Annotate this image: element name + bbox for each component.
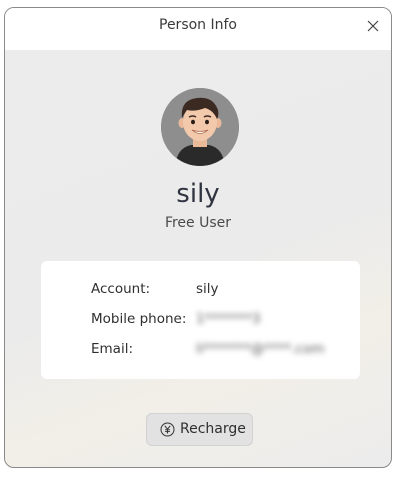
account-row: Account: sily [41, 281, 360, 301]
mobile-row: Mobile phone: 1*******3 [41, 311, 360, 331]
close-button[interactable] [365, 18, 381, 34]
account-value: sily [196, 281, 219, 297]
email-value: li*******@****.com [196, 341, 325, 357]
mobile-label: Mobile phone: [91, 311, 187, 327]
person-info-dialog: Person Info sily Free User Account: sily… [4, 7, 392, 468]
recharge-button[interactable]: Recharge [146, 413, 253, 446]
account-label: Account: [91, 281, 151, 297]
info-card: Account: sily Mobile phone: 1*******3 Em… [41, 261, 360, 379]
titlebar: Person Info [5, 8, 391, 50]
recharge-label: Recharge [180, 421, 246, 437]
email-label: Email: [91, 341, 134, 357]
email-row: Email: li*******@****.com [41, 341, 360, 361]
avatar-icon [161, 88, 239, 166]
username: sily [176, 179, 220, 209]
dialog-title: Person Info [159, 17, 237, 33]
mobile-value: 1*******3 [196, 311, 261, 327]
avatar [161, 88, 239, 166]
close-icon [367, 20, 379, 32]
user-type: Free User [164, 215, 232, 231]
yen-circle-icon [160, 422, 175, 437]
